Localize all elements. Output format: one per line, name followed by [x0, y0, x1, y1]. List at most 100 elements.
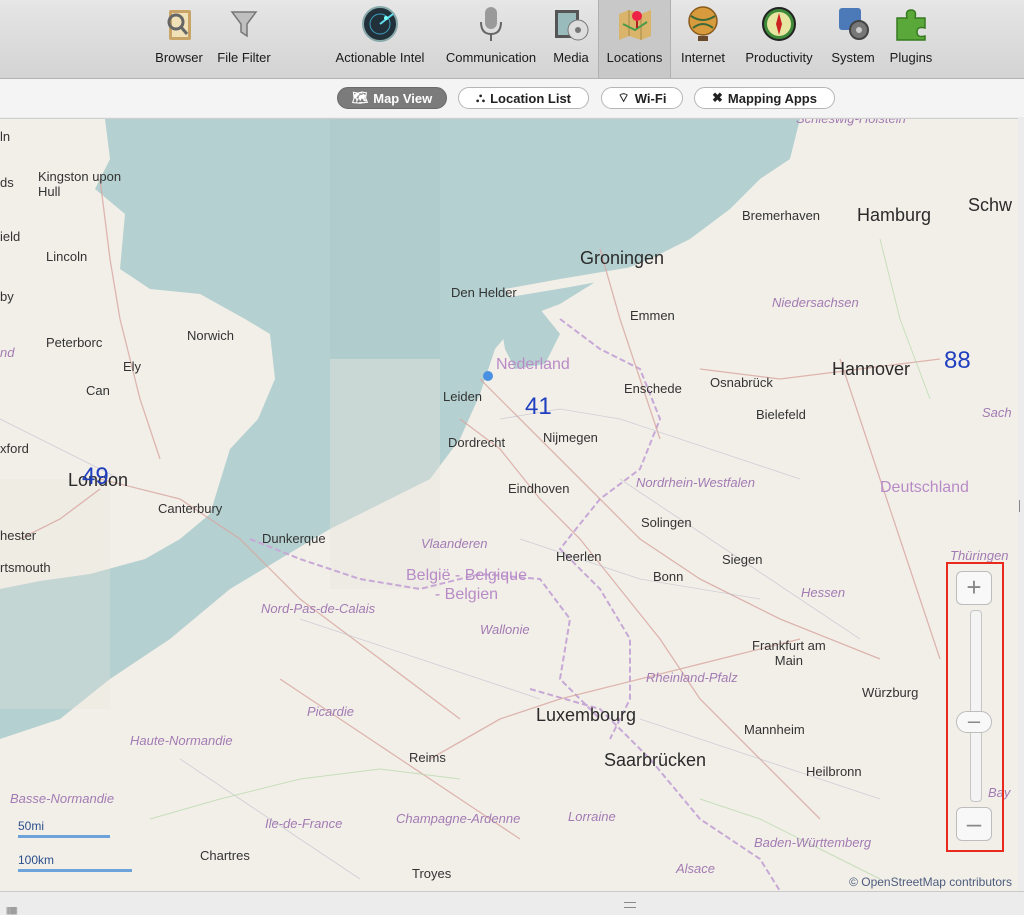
- city-wurzburg: Würzburg: [862, 685, 919, 700]
- scale-km-label: 100km: [18, 853, 55, 867]
- region-hessen: Hessen: [801, 585, 846, 600]
- city-nijmegen: Nijmegen: [543, 430, 598, 445]
- city-frankfurt: Frankfurt am Main: [752, 638, 826, 668]
- zoom-slider-handle[interactable]: –: [956, 709, 992, 733]
- map-attribution[interactable]: © OpenStreetMap contributors: [849, 875, 1012, 889]
- funnel-icon: [230, 11, 258, 38]
- city-partial-field: ield: [0, 229, 21, 244]
- tab-location-list[interactable]: ⛬ Location List: [458, 87, 589, 109]
- zoom-slider-track[interactable]: [970, 610, 982, 802]
- side-split-handle-icon[interactable]: [1019, 500, 1022, 512]
- region-lorraine: Lorraine: [568, 809, 616, 824]
- location-cluster-london[interactable]: 49: [82, 463, 109, 491]
- region-baden-wurttemberg: Baden-Württemberg: [754, 835, 872, 850]
- city-chartres: Chartres: [200, 848, 250, 863]
- toolbar-productivity[interactable]: Productivity: [738, 4, 820, 74]
- city-norwich: Norwich: [187, 328, 234, 343]
- toolbar-file-filter[interactable]: File Filter: [213, 4, 275, 74]
- split-handle-icon[interactable]: [624, 902, 636, 908]
- resize-grip-icon[interactable]: ||||||||||: [6, 906, 18, 915]
- zoom-control: + – –: [946, 562, 1004, 852]
- city-hamburg: Hamburg: [857, 205, 932, 225]
- city-heerlen: Heerlen: [556, 549, 602, 564]
- main-toolbar: Browser File Filter Actionable Intel Com…: [0, 0, 1024, 79]
- scale-km-bar: [18, 869, 132, 872]
- toolbar-media[interactable]: Media: [549, 4, 593, 74]
- region-haute-normandie: Haute-Normandie: [130, 733, 233, 748]
- compass-icon: [762, 7, 796, 41]
- city-partial-by: by: [0, 289, 14, 304]
- toolbar-system[interactable]: System: [827, 4, 879, 74]
- zoom-in-button[interactable]: +: [956, 571, 992, 605]
- current-location-dot: [483, 371, 493, 381]
- region-rheinland-pfalz: Rheinland-Pfalz: [646, 670, 738, 685]
- city-chester: hester: [0, 528, 37, 543]
- media-icon: [555, 10, 589, 41]
- city-bonn: Bonn: [653, 569, 684, 584]
- system-icon: [839, 8, 869, 40]
- region-basse-normandie: Basse-Normandie: [10, 791, 115, 806]
- region-nord-pas-de-calais: Nord-Pas-de-Calais: [261, 601, 376, 616]
- toolbar-browser[interactable]: Browser: [150, 4, 208, 74]
- city-cambridge: Can: [86, 383, 110, 398]
- city-siegen: Siegen: [722, 552, 763, 567]
- region-ile-de-france: Ile-de-France: [265, 816, 343, 831]
- scale-miles-bar: [18, 835, 110, 838]
- region-nrw: Nordrhein-Westfalen: [636, 475, 755, 490]
- zoom-out-button[interactable]: –: [956, 807, 992, 841]
- city-leiden: Leiden: [443, 389, 483, 404]
- region-champagne-ardenne: Champagne-Ardenne: [396, 811, 521, 826]
- tab-wifi[interactable]: ⌔ Wi-Fi: [601, 87, 683, 109]
- city-saarbrucken: Saarbrücken: [604, 750, 707, 770]
- city-bielefeld: Bielefeld: [756, 407, 806, 422]
- city-partial-ln: ln: [0, 129, 11, 144]
- city-osnabruck: Osnabrück: [710, 375, 773, 390]
- city-dordrecht: Dordrecht: [448, 435, 506, 450]
- city-kingston: Kingston upon Hull: [38, 169, 122, 199]
- map-canvas[interactable]: Kingston upon Hull Lincoln Peterborc Nor…: [0, 118, 1018, 891]
- toolbar-internet[interactable]: Internet: [676, 4, 730, 74]
- puzzle-icon: [896, 9, 926, 41]
- globe-icon: [688, 6, 718, 41]
- location-cluster-netherlands[interactable]: 41: [525, 393, 552, 421]
- city-heilbronn: Heilbronn: [806, 764, 862, 779]
- radar-icon: [362, 6, 398, 42]
- city-ely: Ely: [123, 359, 142, 374]
- city-dunkerque: Dunkerque: [262, 531, 326, 546]
- status-bar: [0, 891, 1024, 914]
- city-eindhoven: Eindhoven: [508, 481, 570, 496]
- city-hannover: Hannover: [832, 359, 911, 379]
- city-reims: Reims: [409, 750, 446, 765]
- browser-icon: [167, 10, 191, 40]
- city-solingen: Solingen: [641, 515, 692, 530]
- city-luxembourg: Luxembourg: [536, 705, 637, 725]
- city-groningen: Groningen: [580, 248, 665, 268]
- city-oxford: xford: [0, 441, 29, 456]
- toolbar-communication[interactable]: Communication: [440, 4, 542, 74]
- region-vlaanderen: Vlaanderen: [421, 536, 488, 551]
- toolbar-plugins[interactable]: Plugins: [885, 4, 937, 74]
- region-thuringen: Thüringen: [950, 548, 1009, 563]
- region-wallonie: Wallonie: [480, 622, 530, 637]
- microphone-icon: [480, 7, 502, 41]
- region-alsace: Alsace: [676, 861, 716, 876]
- city-canterbury: Canterbury: [158, 501, 223, 516]
- region-sachsen: Sach: [982, 405, 1012, 420]
- region-schleswig: Schleswig-Holstein: [796, 118, 906, 126]
- location-cluster-hannover[interactable]: 88: [944, 347, 971, 375]
- city-peterborough: Peterborc: [46, 335, 103, 350]
- map-icon: 🗺: [351, 90, 369, 105]
- tab-map-view[interactable]: 🗺 Map View: [337, 87, 447, 109]
- city-enschede: Enschede: [624, 381, 682, 396]
- region-niedersachsen: Niedersachsen: [772, 295, 859, 310]
- city-partial-ds: ds: [0, 175, 14, 190]
- region-picardie: Picardie: [307, 704, 354, 719]
- map-pin-icon: [618, 10, 651, 40]
- location-list-icon: ⛬: [476, 90, 486, 105]
- toolbar-actionable-intel[interactable]: Actionable Intel: [328, 4, 432, 74]
- city-lincoln: Lincoln: [46, 249, 88, 264]
- tab-mapping-apps[interactable]: ✖ Mapping Apps: [694, 87, 835, 109]
- city-schw: Schw: [968, 195, 1013, 215]
- toolbar-locations[interactable]: Locations: [598, 0, 671, 78]
- city-emmen: Emmen: [630, 308, 675, 323]
